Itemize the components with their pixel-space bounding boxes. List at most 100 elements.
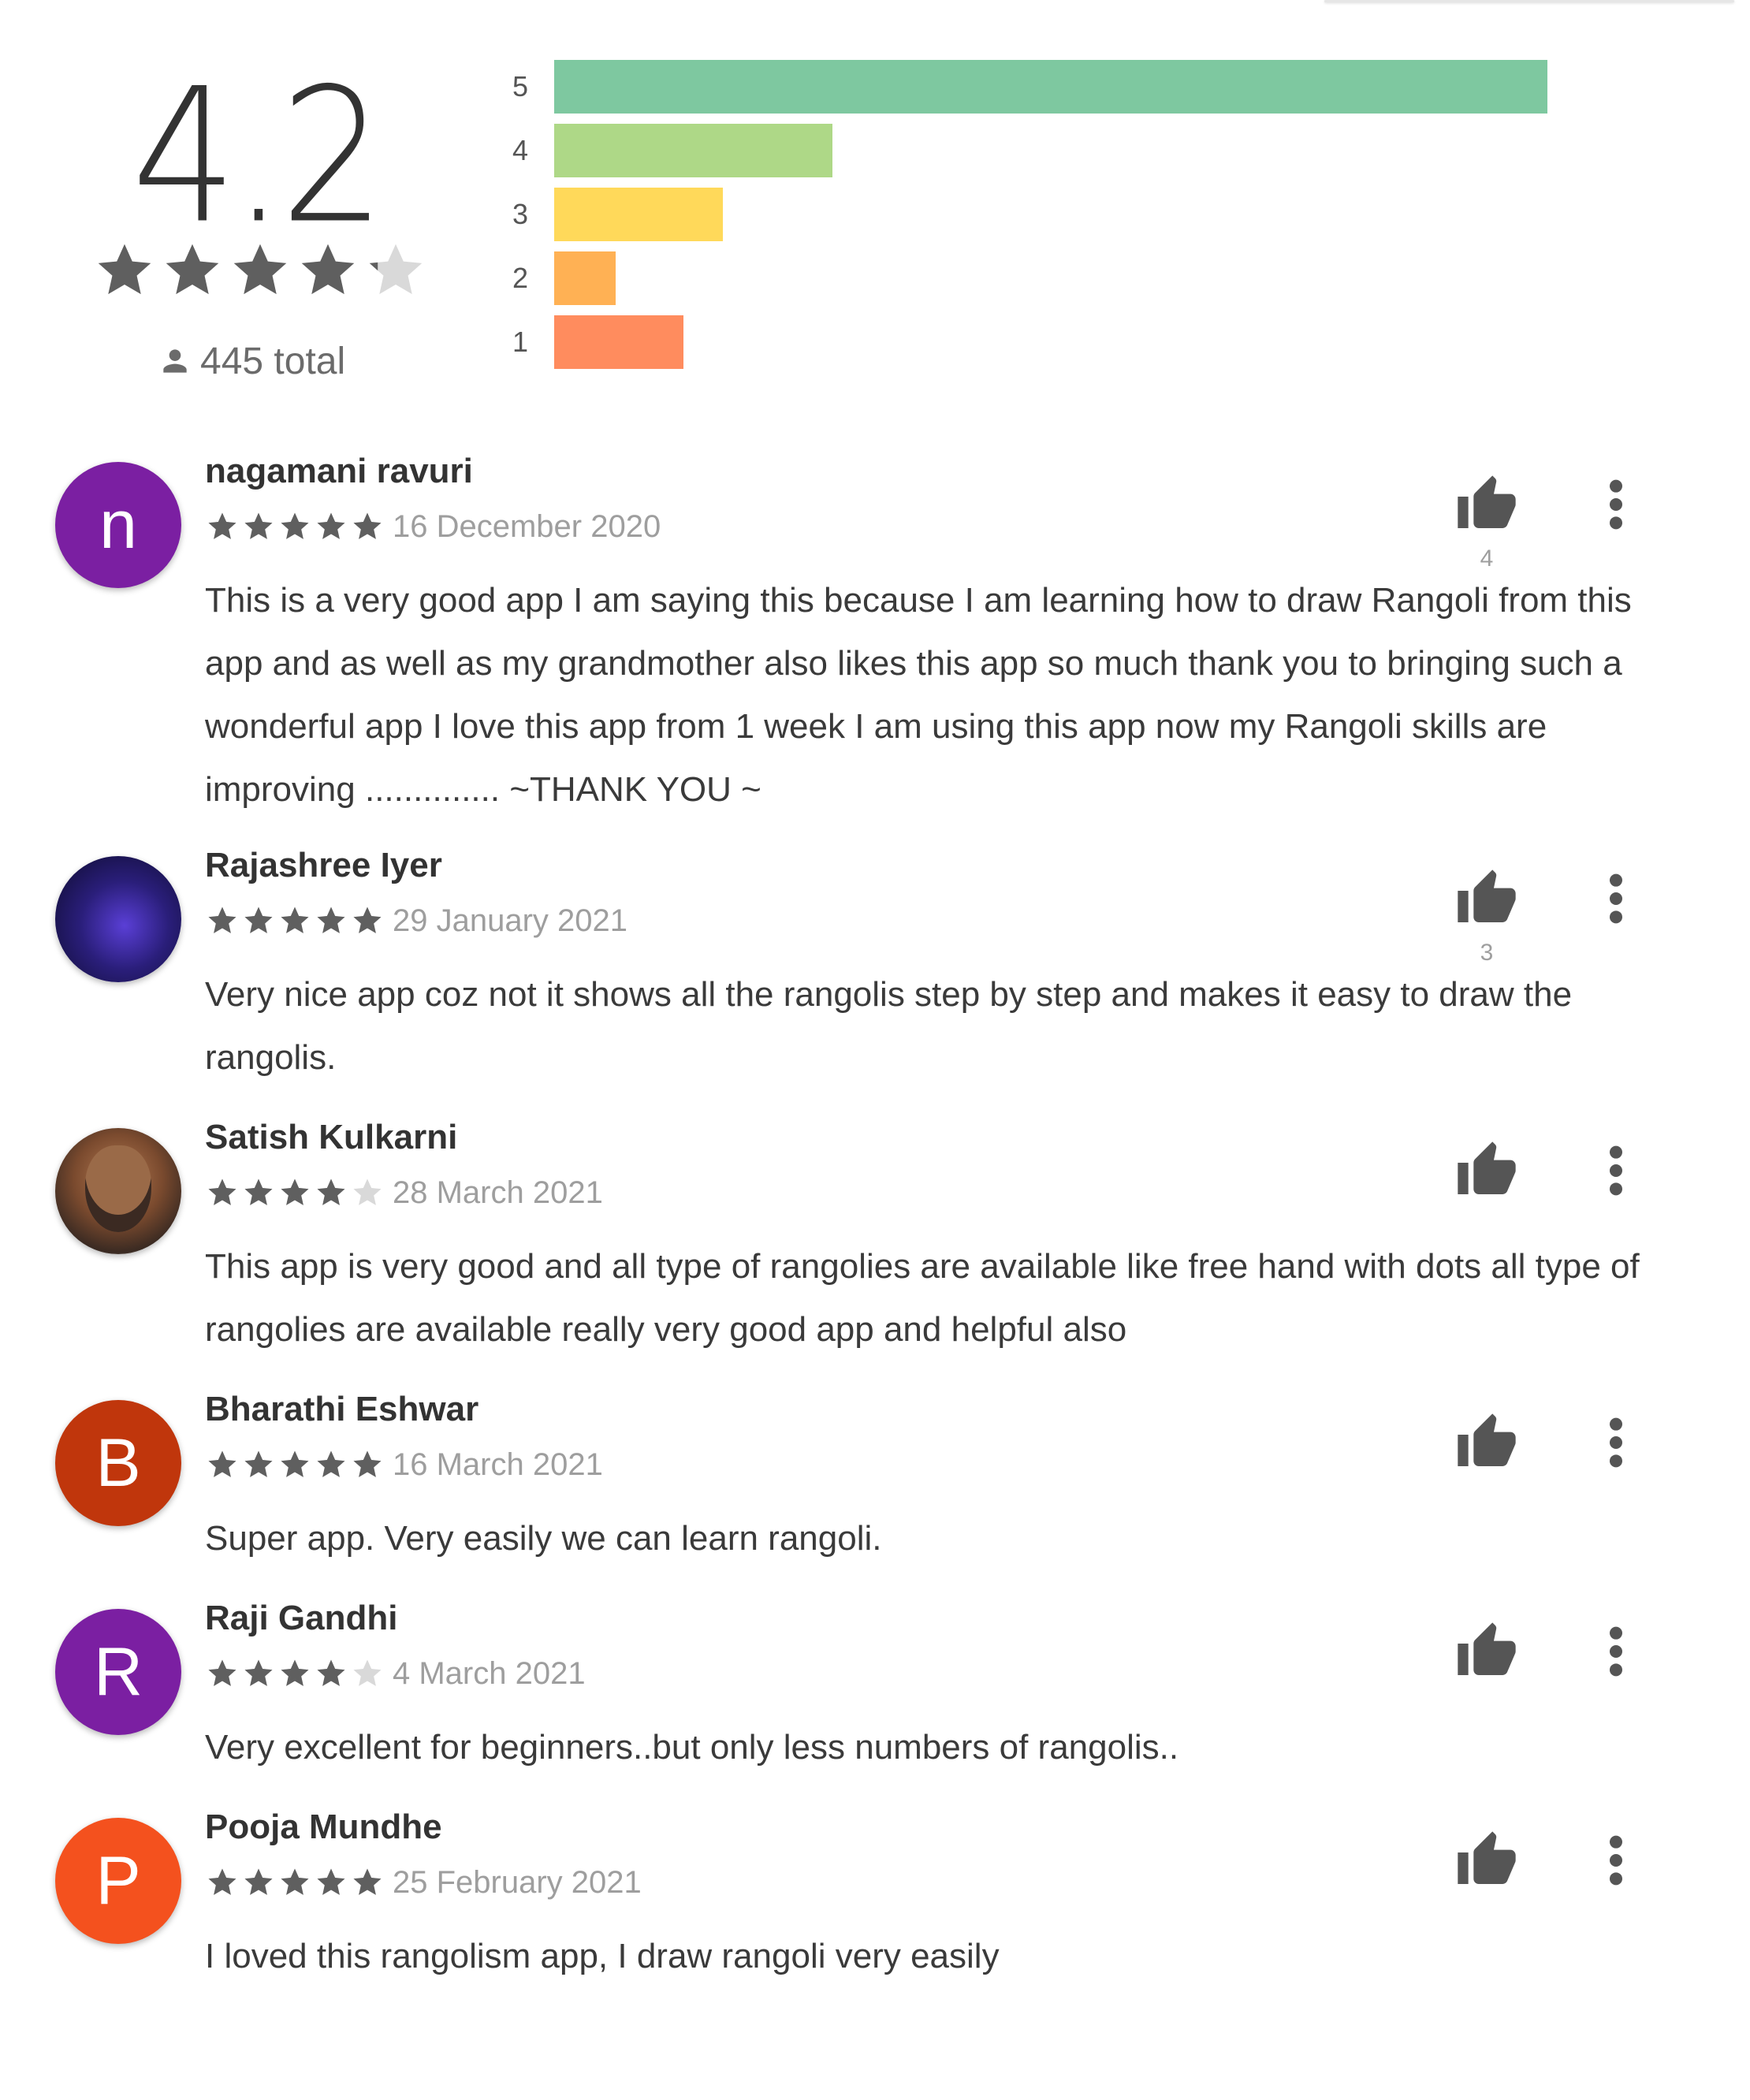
reviewer-avatar[interactable]: P: [55, 1818, 181, 1944]
star-filled-icon: [301, 244, 355, 295]
star-filled-icon: [281, 1868, 309, 1895]
reviewer-name: nagamani ravuri: [205, 452, 473, 490]
thumb-up-icon: [1458, 1141, 1516, 1194]
reviewer-name: Satish Kulkarni: [205, 1118, 458, 1156]
review-date: 25 February 2021: [393, 1864, 642, 1900]
histogram-label: 3: [512, 198, 529, 230]
review-text: This app is very good and all type of ra…: [205, 1247, 1640, 1349]
star-filled-icon: [281, 1450, 309, 1477]
reviewer-name: Raji Gandhi: [205, 1599, 398, 1637]
star-filled-icon: [281, 512, 309, 539]
thumb-up-icon: [1458, 1831, 1516, 1884]
histogram-label: 5: [512, 70, 529, 102]
histogram-bar: [554, 188, 724, 241]
reviewer-avatar[interactable]: [55, 856, 181, 982]
star-filled-icon: [281, 907, 309, 933]
star-partial-icon: [369, 244, 423, 295]
star-filled-icon: [317, 1659, 345, 1686]
more-vert-icon: [1610, 1145, 1622, 1196]
person-icon: [163, 349, 187, 373]
review-rating-stars: [207, 1867, 383, 1898]
reviewer-avatar[interactable]: n: [55, 462, 181, 588]
total-ratings: 445 total: [158, 337, 345, 385]
histogram-bar: [554, 60, 1547, 114]
star-filled-icon: [353, 907, 382, 933]
star-filled-icon: [208, 1178, 236, 1205]
star-filled-icon: [317, 1868, 345, 1895]
review-text: This is a very good app I am saying this…: [205, 581, 1632, 809]
more-options-button[interactable]: [1592, 867, 1640, 930]
average-rating-stars: [95, 240, 426, 303]
histogram-bar: [554, 124, 832, 177]
histogram-label: 4: [512, 134, 529, 166]
star-filled-icon: [317, 512, 345, 539]
more-vert-icon: [1610, 1626, 1622, 1677]
star-empty-icon: [353, 1659, 382, 1686]
reviewer-avatar[interactable]: [55, 1128, 181, 1254]
star-filled-icon: [317, 1178, 345, 1205]
reviewer-name: Rajashree Iyer: [205, 846, 442, 884]
star-filled-icon: [208, 512, 236, 539]
reviewer-avatar[interactable]: R: [55, 1609, 181, 1735]
histogram-row-5: 5: [489, 60, 1592, 114]
helpful-button[interactable]: [1455, 1411, 1518, 1474]
review-rating-stars: [207, 1449, 383, 1480]
star-filled-icon: [317, 1450, 345, 1477]
review-date: 16 December 2020: [393, 508, 661, 544]
top-bar-edge: [1324, 0, 1734, 2]
star-filled-icon: [317, 907, 345, 933]
star-filled-icon: [244, 512, 273, 539]
star-empty-icon: [353, 1178, 382, 1205]
star-filled-icon: [233, 244, 287, 295]
review-meta: 28 March 2021: [207, 1171, 603, 1215]
star-filled-icon: [353, 512, 382, 539]
more-options-button[interactable]: [1592, 1411, 1640, 1474]
more-vert-icon: [1610, 873, 1622, 924]
review-text: Super app. Very easily we can learn rang…: [205, 1519, 882, 1558]
review-text: Very excellent for beginners..but only l…: [205, 1728, 1179, 1767]
histogram-label: 2: [512, 262, 529, 294]
helpful-button[interactable]: [1455, 1829, 1518, 1892]
review-rating-stars: [207, 905, 383, 936]
average-rating-score: 4.2: [132, 48, 385, 265]
more-vert-icon: [1610, 479, 1622, 530]
star-filled-icon: [208, 1450, 236, 1477]
reviewer-avatar[interactable]: B: [55, 1400, 181, 1526]
total-ratings-label: 445 total: [200, 340, 346, 382]
helpful-count: 4: [1480, 545, 1494, 572]
helpful-button[interactable]: [1455, 1139, 1518, 1202]
star-filled-icon: [208, 1659, 236, 1686]
more-vert-icon: [1610, 1835, 1622, 1886]
star-filled-icon: [281, 1178, 309, 1205]
more-options-button[interactable]: [1592, 1139, 1640, 1202]
star-filled-icon: [98, 244, 151, 295]
star-filled-icon: [244, 1450, 273, 1477]
review-text: Very nice app coz not it shows all the r…: [205, 975, 1573, 1077]
thumb-up-icon: [1458, 1413, 1516, 1466]
review-rating-stars: [207, 1177, 383, 1208]
review-date: 16 March 2021: [393, 1447, 603, 1482]
helpful-button[interactable]: [1455, 867, 1518, 930]
more-options-button[interactable]: [1592, 473, 1640, 536]
review-date: 4 March 2021: [393, 1655, 586, 1691]
histogram-row-1: 1: [489, 315, 1592, 369]
profile-photo: [85, 1145, 151, 1232]
review-meta: 25 February 2021: [207, 1860, 642, 1905]
review-date: 29 January 2021: [393, 903, 628, 938]
star-filled-icon: [244, 1659, 273, 1686]
rating-histogram: 5 4 3 2 1: [489, 60, 1592, 383]
more-options-button[interactable]: [1592, 1829, 1640, 1892]
star-filled-icon: [244, 907, 273, 933]
reviewer-name: Bharathi Eshwar: [205, 1390, 479, 1428]
helpful-button[interactable]: [1455, 1620, 1518, 1683]
histogram-bar: [554, 251, 616, 305]
thumb-up-icon: [1458, 869, 1516, 922]
reviewer-name: Pooja Mundhe: [205, 1808, 442, 1846]
more-options-button[interactable]: [1592, 1620, 1640, 1683]
review-meta: 29 January 2021: [207, 899, 627, 943]
star-filled-icon: [208, 1868, 236, 1895]
star-filled-icon: [353, 1450, 382, 1477]
helpful-button[interactable]: [1455, 473, 1518, 536]
thumb-up-icon: [1458, 475, 1516, 528]
thumb-up-icon: [1458, 1622, 1516, 1675]
